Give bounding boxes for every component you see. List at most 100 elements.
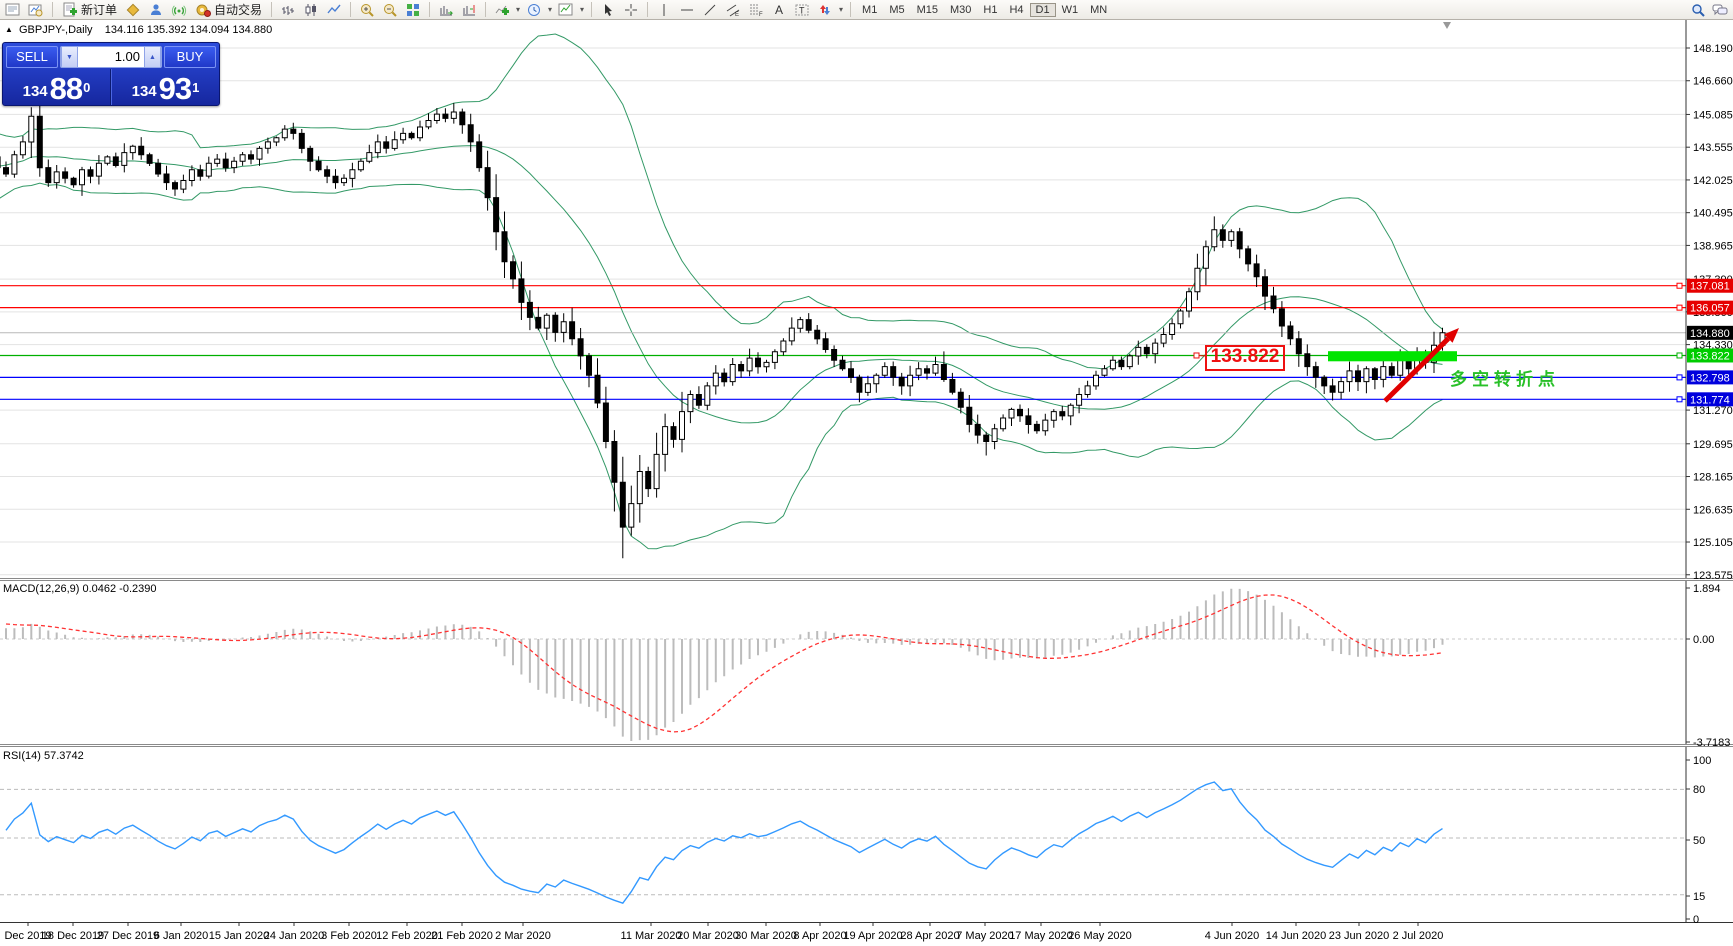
timeframe-w1[interactable]: W1 — [1056, 3, 1085, 17]
line-chart-icon[interactable] — [323, 1, 345, 18]
profiles-icon[interactable] — [25, 1, 47, 18]
svg-text:138.965: 138.965 — [1693, 240, 1733, 252]
svg-text:2 Mar 2020: 2 Mar 2020 — [495, 930, 551, 942]
timeframe-mn[interactable]: MN — [1084, 3, 1113, 17]
svg-text:80: 80 — [1693, 784, 1705, 796]
volume-value[interactable]: 1.00 — [78, 47, 144, 67]
navigator-icon[interactable] — [145, 1, 167, 18]
timeframe-m15[interactable]: M15 — [911, 3, 944, 17]
trendline-icon[interactable] — [699, 1, 721, 18]
bar-chart-icon[interactable] — [277, 1, 299, 18]
chart-canvas[interactable]: 148.190146.660145.085143.555142.025140.4… — [0, 0, 1733, 946]
zoom-in-icon[interactable] — [356, 1, 378, 18]
svg-text:131.774: 131.774 — [1690, 394, 1730, 406]
support-zone-rect[interactable] — [1328, 351, 1457, 361]
indicators-dropdown-icon[interactable]: ▾ — [514, 5, 522, 14]
svg-text:146.660: 146.660 — [1693, 76, 1733, 88]
svg-text:4 Jun 2020: 4 Jun 2020 — [1205, 930, 1259, 942]
charts-window-icon[interactable] — [2, 1, 24, 18]
svg-text:27 Dec 2019: 27 Dec 2019 — [97, 930, 159, 942]
svg-text:18 Dec 2019: 18 Dec 2019 — [42, 930, 104, 942]
chat-icon[interactable] — [1709, 1, 1731, 18]
horizontal-line-icon[interactable] — [676, 1, 698, 18]
new-order-button[interactable]: 新订单 — [58, 1, 121, 18]
fibonacci-icon[interactable]: F — [745, 1, 767, 18]
svg-text:6 Jan 2020: 6 Jan 2020 — [154, 930, 208, 942]
toolbar-separator — [850, 2, 851, 17]
search-icon[interactable] — [1687, 1, 1709, 18]
svg-text:26 May 2020: 26 May 2020 — [1068, 930, 1132, 942]
crosshair-icon[interactable] — [620, 1, 642, 18]
svg-text:132.798: 132.798 — [1690, 372, 1730, 384]
arrows-dropdown-icon[interactable]: ▾ — [837, 5, 845, 14]
svg-text:143.555: 143.555 — [1693, 142, 1733, 154]
svg-text:F: F — [759, 12, 763, 18]
signals-icon[interactable] — [168, 1, 190, 18]
buy-price[interactable]: 134931 — [111, 69, 219, 105]
text-tool-icon[interactable]: A — [768, 1, 790, 18]
toolbar-separator — [647, 2, 648, 17]
timeframe-m1[interactable]: M1 — [856, 3, 883, 17]
cursor-icon[interactable] — [597, 1, 619, 18]
toolbar-separator — [429, 2, 430, 17]
period-dropdown-icon[interactable]: ▾ — [546, 5, 554, 14]
svg-text:20 Mar 2020: 20 Mar 2020 — [677, 930, 739, 942]
svg-text:30 Mar 2020: 30 Mar 2020 — [735, 930, 797, 942]
tile-windows-icon[interactable] — [402, 1, 424, 18]
svg-text:3 Feb 2020: 3 Feb 2020 — [321, 930, 377, 942]
svg-text:T: T — [799, 5, 805, 15]
svg-text:1.894: 1.894 — [1693, 583, 1721, 595]
clock-icon[interactable] — [523, 1, 545, 18]
svg-text:50: 50 — [1693, 835, 1705, 847]
chinese-annotation[interactable]: 多空转折点 — [1450, 365, 1560, 390]
arrows-tool-icon[interactable] — [814, 1, 836, 18]
price-annotation-label[interactable]: 133.822 — [1205, 345, 1285, 371]
sell-price[interactable]: 134880 — [3, 69, 111, 105]
svg-text:21 Feb 2020: 21 Feb 2020 — [431, 930, 493, 942]
template-dropdown-icon[interactable]: ▾ — [578, 5, 586, 14]
candlestick-icon[interactable] — [300, 1, 322, 18]
timeframe-m5[interactable]: M5 — [883, 3, 910, 17]
svg-text:11 Mar 2020: 11 Mar 2020 — [621, 930, 682, 942]
volume-up-button[interactable]: ▲ — [144, 47, 161, 67]
svg-text:148.190: 148.190 — [1693, 43, 1733, 55]
chart-shift-icon[interactable] — [458, 1, 480, 18]
zoom-out-icon[interactable] — [379, 1, 401, 18]
indicators-icon[interactable] — [491, 1, 513, 18]
channel-icon[interactable]: E — [722, 1, 744, 18]
autotrading-label: 自动交易 — [214, 1, 262, 18]
svg-text:123.575: 123.575 — [1693, 570, 1733, 582]
one-click-trading-panel: SELL ▼ 1.00 ▲ BUY 134880 134931 — [2, 42, 220, 106]
svg-text:125.105: 125.105 — [1693, 537, 1733, 549]
vertical-line-icon[interactable] — [653, 1, 675, 18]
svg-text:100: 100 — [1693, 755, 1711, 767]
symbol-info-line: ▲ GBPJPY-,Daily 134.116 135.392 134.094 … — [5, 24, 272, 36]
main-toolbar: 新订单 自动交易 ▾ ▾ ▾ E F A T ▾ M1M5M15M30H1H4D… — [0, 0, 1733, 20]
svg-text:137.081: 137.081 — [1690, 281, 1730, 293]
timeframe-m30[interactable]: M30 — [944, 3, 977, 17]
auto-scroll-icon[interactable] — [435, 1, 457, 18]
market-watch-icon[interactable] — [122, 1, 144, 18]
volume-down-button[interactable]: ▼ — [61, 47, 78, 67]
svg-text:133.822: 133.822 — [1690, 350, 1730, 362]
timeframe-h4[interactable]: H4 — [1003, 3, 1029, 17]
template-icon[interactable] — [555, 1, 577, 18]
symbol-title: GBPJPY-,Daily — [19, 24, 93, 36]
autotrading-icon — [195, 2, 211, 18]
sell-button[interactable]: SELL — [6, 46, 58, 68]
timeframe-d1[interactable]: D1 — [1030, 3, 1056, 17]
toolbar-separator — [52, 2, 53, 17]
buy-button[interactable]: BUY — [164, 46, 216, 68]
collapse-panel-icon[interactable]: ▲ — [5, 25, 13, 34]
toolbar-separator — [271, 2, 272, 17]
toolbar-separator — [591, 2, 592, 17]
svg-text:7 May 2020: 7 May 2020 — [956, 930, 1013, 942]
toolbar-separator — [485, 2, 486, 17]
text-label-tool-icon[interactable]: T — [791, 1, 813, 18]
timeframe-h1[interactable]: H1 — [977, 3, 1003, 17]
autotrading-button[interactable]: 自动交易 — [191, 1, 266, 18]
svg-text:126.635: 126.635 — [1693, 504, 1733, 516]
svg-text:131.270: 131.270 — [1693, 405, 1733, 417]
svg-text:A: A — [775, 3, 783, 17]
svg-text:E: E — [735, 12, 739, 18]
